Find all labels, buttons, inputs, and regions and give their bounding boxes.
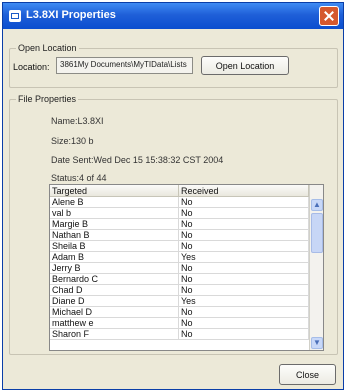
table-scrollbar[interactable]: ▲ ▼ [309, 185, 323, 350]
received-cell: No [179, 219, 309, 229]
received-cell: No [179, 230, 309, 240]
recipients-table: Targeted Received Alene B No val b No Marg… [49, 184, 324, 351]
targeted-cell: Alene B [50, 197, 179, 207]
targeted-cell: val b [50, 208, 179, 218]
table-row[interactable]: val b No [50, 208, 309, 219]
file-size: Size:130 b [51, 136, 94, 146]
targeted-cell: Chad D [50, 285, 179, 295]
received-cell: No [179, 285, 309, 295]
targeted-cell: Margie B [50, 219, 179, 229]
close-icon[interactable] [319, 6, 339, 26]
close-button[interactable]: Close [279, 364, 336, 385]
open-location-button[interactable]: Open Location [201, 56, 289, 75]
targeted-cell: Michael D [50, 307, 179, 317]
table-row[interactable]: Margie B No [50, 219, 309, 230]
column-header-targeted[interactable]: Targeted [50, 185, 179, 197]
targeted-cell: Sheila B [50, 241, 179, 251]
received-cell: No [179, 307, 309, 317]
open-location-group: Open Location Location: 3861My Documents… [9, 43, 338, 88]
targeted-cell: Adam B [50, 252, 179, 262]
targeted-cell: Nathan B [50, 230, 179, 240]
received-cell: Yes [179, 296, 309, 306]
received-cell: No [179, 197, 309, 207]
targeted-cell: Bernardo C [50, 274, 179, 284]
date-sent: Date Sent:Wed Dec 15 15:38:32 CST 2004 [51, 155, 224, 165]
table-row[interactable]: matthew e No [50, 318, 309, 329]
received-cell: No [179, 241, 309, 251]
title-bar[interactable]: L3.8XI Properties [3, 3, 343, 29]
table-row[interactable]: Chad D No [50, 285, 309, 296]
table-row[interactable]: Sheila B No [50, 241, 309, 252]
targeted-cell: Jerry B [50, 263, 179, 273]
received-cell: Yes [179, 252, 309, 262]
file-properties-group-title: File Properties [16, 94, 79, 104]
table-row[interactable]: Nathan B No [50, 230, 309, 241]
table-row[interactable]: Michael D No [50, 307, 309, 318]
received-cell: No [179, 263, 309, 273]
table-row[interactable]: Sharon F No [50, 329, 309, 340]
location-field[interactable]: 3861My Documents\MyTIData\Lists [56, 57, 193, 74]
location-label: Location: [13, 62, 50, 72]
received-cell: No [179, 274, 309, 284]
targeted-cell: matthew e [50, 318, 179, 328]
table-row[interactable]: Bernardo C No [50, 274, 309, 285]
received-cell: No [179, 318, 309, 328]
file-name: Name:L3.8XI [51, 116, 104, 126]
received-cell: No [179, 329, 309, 339]
status: Status:4 of 44 [51, 173, 107, 183]
column-header-received[interactable]: Received [179, 185, 309, 197]
app-icon [9, 10, 21, 22]
table-row[interactable]: Adam B Yes [50, 252, 309, 263]
open-location-group-title: Open Location [16, 43, 79, 53]
scroll-up-icon[interactable]: ▲ [311, 199, 323, 211]
scroll-thumb[interactable] [311, 213, 323, 253]
table-header: Targeted Received [50, 185, 309, 197]
window-title: L3.8XI Properties [26, 9, 116, 21]
targeted-cell: Diane D [50, 296, 179, 306]
table-row[interactable]: Alene B No [50, 197, 309, 208]
table-row[interactable]: Jerry B No [50, 263, 309, 274]
scroll-down-icon[interactable]: ▼ [311, 337, 323, 349]
table-body: Alene B No val b No Margie B No Nathan B No … [50, 197, 309, 350]
table-row[interactable]: Diane D Yes [50, 296, 309, 307]
targeted-cell: Sharon F [50, 329, 179, 339]
properties-window: L3.8XI Properties Open Location Location… [2, 2, 344, 390]
received-cell: No [179, 208, 309, 218]
